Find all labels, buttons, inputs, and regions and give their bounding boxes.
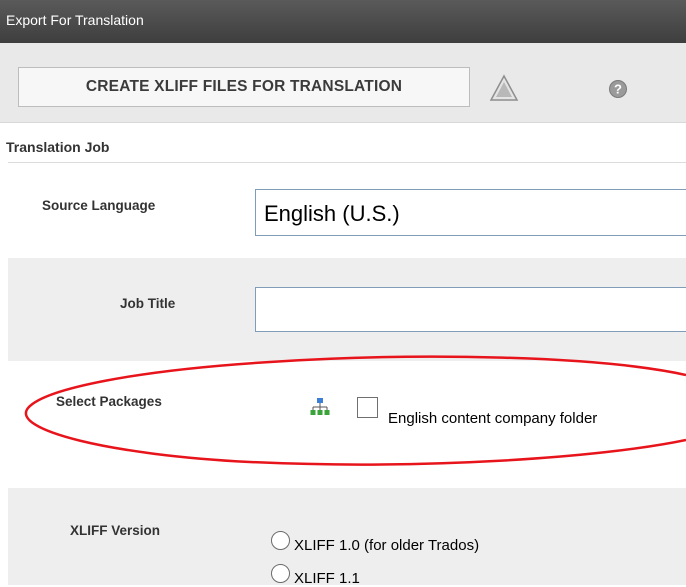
warning-icon[interactable]	[489, 74, 519, 107]
xliff-1-1-label: XLIFF 1.1	[294, 570, 360, 587]
package-tree-icon	[310, 397, 330, 422]
window-title: Export For Translation	[6, 12, 144, 28]
xliff-version-label: XLIFF Version	[70, 523, 161, 538]
create-xliff-button[interactable]: CREATE XLIFF FILES FOR TRANSLATION	[18, 67, 470, 107]
section-title: Translation Job	[6, 139, 110, 155]
svg-text:?: ?	[614, 82, 622, 97]
xliff-1-0-label: XLIFF 1.0 (for older Trados)	[294, 537, 480, 554]
source-language-label: Source Language	[42, 198, 156, 213]
job-title-label: Job Title	[120, 296, 176, 311]
select-packages-label: Select Packages	[56, 394, 162, 409]
window-titlebar: Export For Translation	[0, 0, 686, 43]
package-checkbox[interactable]	[357, 397, 378, 418]
section-divider	[8, 162, 686, 163]
help-icon[interactable]: ?	[608, 79, 628, 104]
package-label: English content company folder	[388, 410, 598, 427]
xliff-1-1-radio[interactable]	[271, 564, 290, 583]
source-language-select[interactable]: English (U.S.)	[255, 189, 686, 236]
xliff-1-0-radio[interactable]	[271, 531, 290, 550]
job-title-input[interactable]	[255, 287, 686, 332]
